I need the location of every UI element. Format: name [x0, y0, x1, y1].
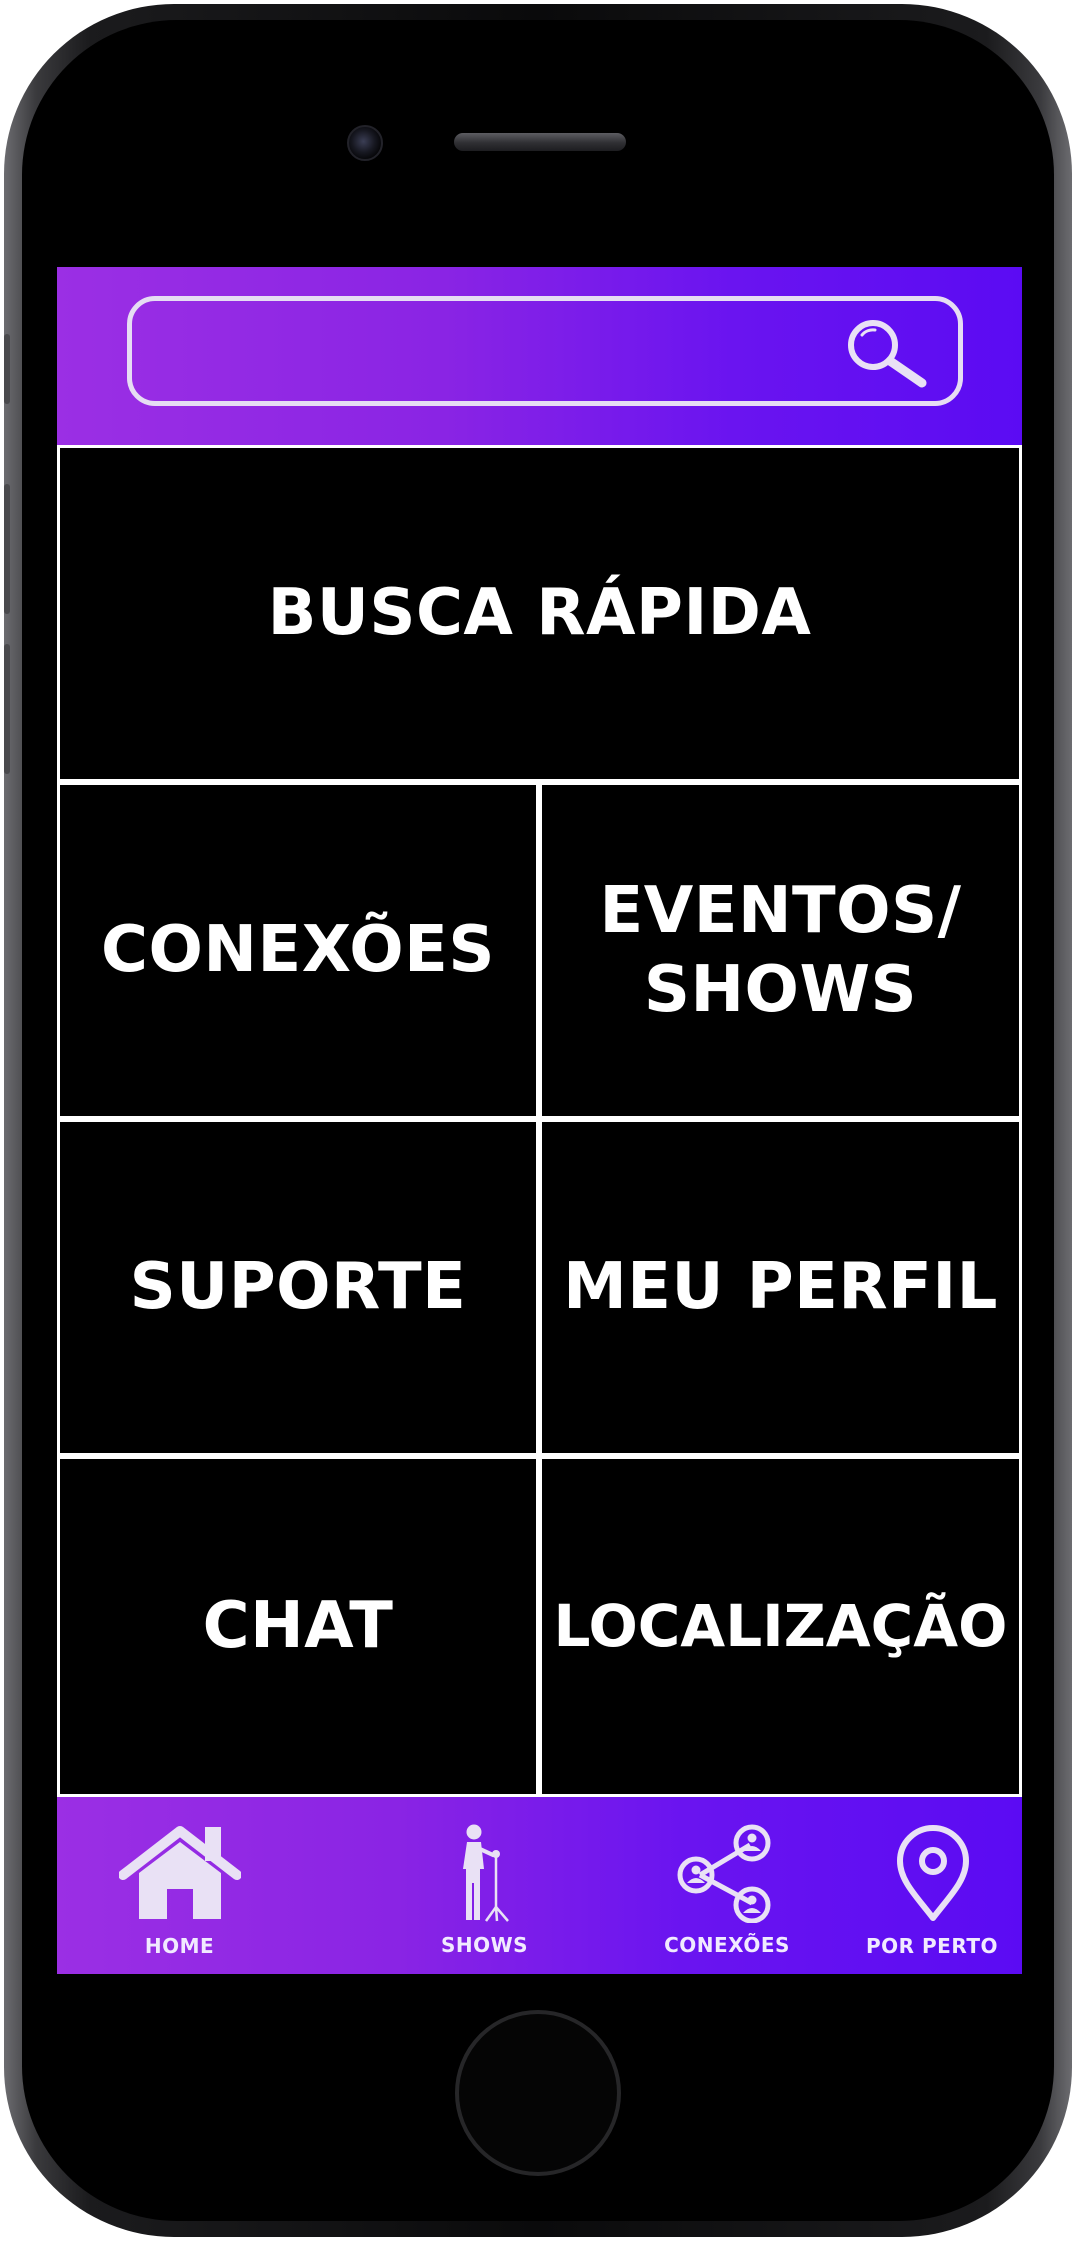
house-icon — [119, 1826, 241, 1919]
menu-tile-label-line1: EVENTOS/ — [599, 874, 962, 949]
menu-tile-label: SUPORTE — [129, 1250, 467, 1325]
menu-grid: BUSCA RÁPIDA CONEXÕES EVENTOS/ SHOWS SUP… — [57, 445, 1022, 1797]
singer-microphone-icon — [463, 1824, 509, 1922]
search-icon[interactable] — [835, 313, 935, 393]
menu-tile-label: BUSCA RÁPIDA — [267, 576, 812, 651]
menu-tile-suporte[interactable]: SUPORTE — [60, 1122, 536, 1453]
menu-tile-localizacao[interactable]: LOCALIZAÇÃO — [542, 1459, 1019, 1794]
menu-tile-busca-rapida[interactable]: BUSCA RÁPIDA — [60, 448, 1019, 779]
front-camera — [347, 125, 383, 161]
search-header — [57, 267, 1022, 445]
tab-shows[interactable]: SHOWS — [422, 1797, 547, 1974]
app-screen: BUSCA RÁPIDA CONEXÕES EVENTOS/ SHOWS SUP… — [57, 267, 1022, 1974]
mute-switch — [4, 334, 10, 404]
tab-por-perto[interactable]: POR PERTO — [847, 1797, 1017, 1974]
location-pin-icon — [897, 1825, 969, 1921]
menu-tile-label: MEU PERFIL — [563, 1250, 998, 1325]
tab-label: POR PERTO — [866, 1934, 998, 1958]
earpiece-speaker — [454, 133, 626, 151]
menu-tile-label-line2: SHOWS — [643, 952, 918, 1027]
tab-label: HOME — [144, 1934, 215, 1958]
home-button[interactable] — [455, 2010, 621, 2176]
tab-label: SHOWS — [440, 1933, 529, 1957]
menu-tile-chat[interactable]: CHAT — [60, 1459, 536, 1794]
menu-tile-label: CHAT — [202, 1589, 394, 1664]
menu-tile-conexoes[interactable]: CONEXÕES — [60, 785, 536, 1116]
tab-label: CONEXÕES — [664, 1933, 790, 1957]
menu-tile-eventos-shows[interactable]: EVENTOS/ SHOWS — [542, 785, 1019, 1116]
menu-tile-meu-perfil[interactable]: MEU PERFIL — [542, 1122, 1019, 1453]
tab-home[interactable]: HOME — [117, 1797, 242, 1974]
volume-up-button — [4, 484, 10, 614]
bottom-tab-bar: HOME SHOWS CONEXÕES POR PERTO — [57, 1797, 1022, 1974]
tab-conexoes[interactable]: CONEXÕES — [662, 1797, 792, 1974]
volume-down-button — [4, 644, 10, 774]
share-people-icon — [677, 1824, 771, 1923]
menu-tile-label: LOCALIZAÇÃO — [553, 1592, 1008, 1661]
menu-tile-label: CONEXÕES — [101, 913, 495, 988]
